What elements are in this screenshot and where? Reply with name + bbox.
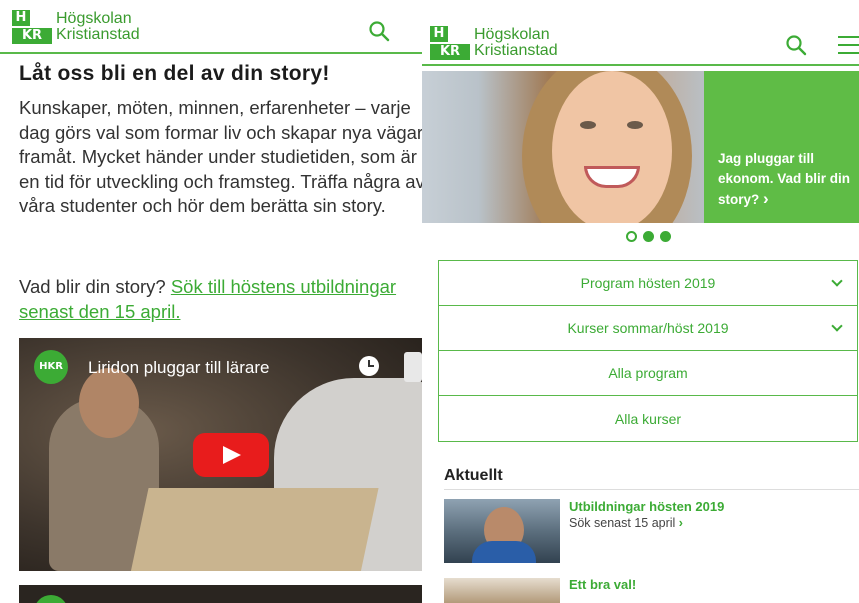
chevron-right-icon: › [763,189,769,208]
cta-prefix: Vad blir din story? [19,276,171,297]
accordion-label: Program hösten 2019 [580,275,716,291]
chevron-right-icon: › [678,516,683,530]
news-title-link[interactable]: Utbildningar hösten 2019 [569,499,724,514]
channel-logo[interactable]: HKR [34,350,68,384]
logo-mark-kr: KR [430,44,470,60]
news-title-link[interactable]: Ett bra val! [569,577,636,592]
share-icon[interactable] [404,352,422,382]
intro-body: Kunskaper, möten, minnen, erfarenheter –… [19,97,422,216]
intro-title: Låt oss bli en del av din story! [19,62,330,85]
carousel-dot[interactable] [660,231,671,242]
right-screen: H KR Högskolan Kristianstad Jag pluggar … [422,0,859,603]
hero-photo [422,71,704,223]
logo-line-2: Kristianstad [474,42,558,59]
link-alla-program[interactable]: Alla program [439,351,857,396]
left-screen: H KR Högskolan Kristianstad Låt oss bli … [0,0,422,603]
video-title[interactable]: Liridon pluggar till lärare [88,358,269,378]
clock-icon[interactable] [359,356,379,376]
hero-caption[interactable]: Jag pluggar till ekonom. Vad blir din st… [718,149,858,210]
logo-mark-h: H [430,26,448,42]
video-frame-figure [79,368,139,438]
channel-logo-2[interactable] [34,595,68,603]
divider [444,489,859,490]
accordion-label: Kurser sommar/höst 2019 [567,320,729,336]
video-player-2[interactable] [19,585,422,603]
hero-banner[interactable]: Jag pluggar till ekonom. Vad blir din st… [422,71,859,223]
chevron-down-icon [831,320,843,332]
search-icon[interactable] [368,20,390,42]
hero-caption-text: Jag pluggar till ekonom. Vad blir din st… [718,151,851,207]
carousel-dot[interactable] [643,231,654,242]
hamburger-menu-icon[interactable] [838,36,859,54]
logo-line-2: Kristianstad [56,26,140,43]
news-thumbnail[interactable] [444,578,560,603]
news-thumbnail[interactable] [444,499,560,563]
search-icon[interactable] [785,34,807,56]
site-header: H KR Högskolan Kristianstad [422,0,859,66]
site-header: H KR Högskolan Kristianstad [0,0,422,54]
logo-wordmark: Högskolan Kristianstad [56,11,140,43]
logo-line-1: Högskolan [56,10,132,27]
news-heading: Aktuellt [444,467,503,484]
hkr-logo[interactable]: H KR Högskolan Kristianstad [430,26,558,60]
logo-mark-kr: KR [12,28,52,44]
accordion-program-hosten[interactable]: Program hösten 2019 [439,261,857,306]
link-alla-kurser[interactable]: Alla kurser [439,396,857,441]
cta-paragraph: Vad blir din story? Sök till höstens utb… [19,275,419,324]
hkr-logo-mark: H KR [12,10,52,44]
logo-wordmark: Högskolan Kristianstad [474,27,558,59]
carousel-dots [626,231,671,242]
accordion-label: Alla kurser [614,410,682,427]
play-icon[interactable] [193,433,269,477]
accordion-kurser-sommar-host[interactable]: Kurser sommar/höst 2019 [439,306,857,351]
accordion-label: Alla program [608,365,688,381]
logo-mark-h: H [12,10,30,26]
video-player[interactable]: HKR Liridon pluggar till lärare [19,338,422,571]
chevron-down-icon [831,275,843,287]
hkr-logo-mark: H KR [430,26,470,60]
video-frame-table [129,488,379,571]
news-subtitle[interactable]: Sök senast 15 april › [569,516,683,530]
logo-line-1: Högskolan [474,26,550,43]
carousel-dot[interactable] [626,231,637,242]
quick-links-accordion: Program hösten 2019 Kurser sommar/höst 2… [438,260,858,442]
news-subtitle-text: Sök senast 15 april [569,516,676,530]
hkr-logo[interactable]: H KR Högskolan Kristianstad [12,10,140,44]
